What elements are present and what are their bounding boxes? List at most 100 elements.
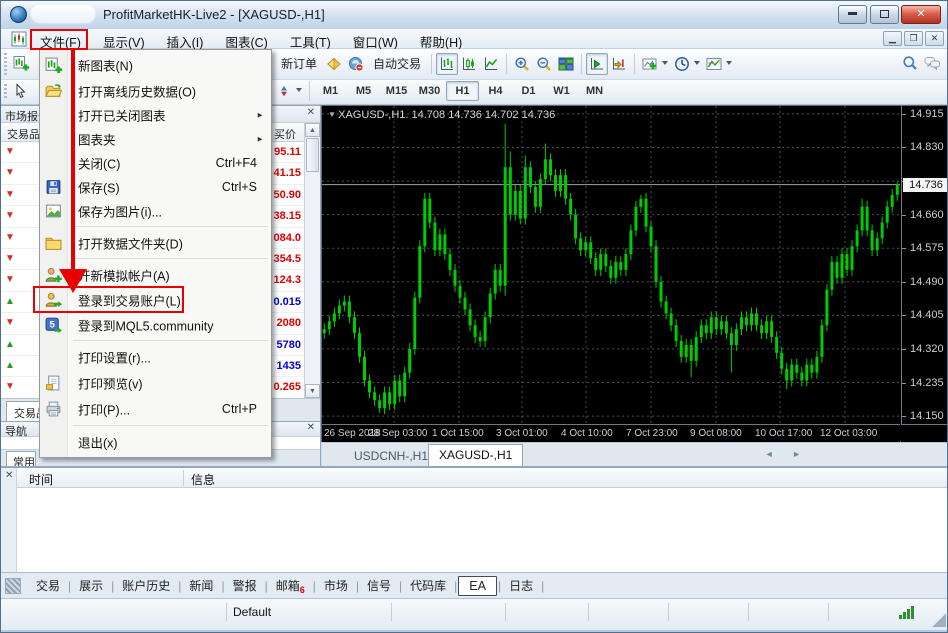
terminal-close-icon[interactable]: ✕	[5, 470, 13, 481]
terminal-tab-0[interactable]: 交易	[29, 575, 67, 596]
file-menu-item-18[interactable]: 退出(x)	[40, 429, 271, 455]
mdi-minimize-button[interactable]: ▁	[883, 31, 902, 46]
column-divider[interactable]	[183, 470, 184, 486]
market-watch-scrollbar[interactable]: ▲ ▼	[304, 123, 320, 398]
timeframe-m1[interactable]: M1	[314, 81, 347, 101]
menu-item-shortcut: Ctrl+P	[222, 402, 257, 416]
trend-down-icon: ▼	[5, 210, 15, 221]
file-menu-item-14[interactable]: 打印设置(r)...	[40, 344, 271, 370]
timeframe-h4[interactable]: H4	[479, 81, 512, 101]
timeframe-m30[interactable]: M30	[413, 81, 446, 101]
svg-text:5: 5	[49, 319, 55, 330]
terminal-tab-5[interactable]: 邮箱6	[269, 575, 312, 597]
tab-label: 交易	[36, 579, 60, 593]
minimize-button[interactable]	[838, 5, 867, 24]
mdi-restore-button[interactable]: ❐	[904, 31, 923, 46]
periods-icon[interactable]	[671, 53, 693, 75]
chart-plot[interactable]	[322, 106, 900, 424]
new-order-button[interactable]: 新订单	[275, 52, 323, 75]
terminal-tab-4[interactable]: 警报	[226, 575, 264, 596]
dropdown-caret-icon[interactable]	[662, 61, 668, 65]
menu-item-label: 开新模拟帐户(A)	[78, 265, 170, 284]
shift-chart-icon[interactable]	[586, 53, 608, 75]
navigator-close-icon[interactable]: ✕	[307, 422, 315, 433]
cursor-icon[interactable]	[10, 80, 32, 102]
time-tick-label: 9 Oct 08:00	[690, 428, 742, 439]
autoscroll-icon[interactable]	[608, 53, 630, 75]
search-icon[interactable]	[899, 52, 921, 74]
terminal-tab-3[interactable]: 新闻	[182, 575, 220, 596]
metaeditor-icon[interactable]	[323, 53, 345, 75]
profile-label[interactable]: Default	[233, 605, 271, 619]
terminal-tab-ea[interactable]: EA	[458, 576, 497, 596]
line-chart-icon[interactable]	[480, 53, 502, 75]
terminal-tab-7[interactable]: 信号	[360, 575, 398, 596]
indicators-icon[interactable]	[639, 53, 661, 75]
time-column-header[interactable]: 时间	[29, 471, 53, 488]
file-menu-item-15[interactable]: 打印预览(v)	[40, 370, 271, 396]
terminal-tab-6[interactable]: 市场	[317, 575, 355, 596]
scrollbar-thumb[interactable]	[306, 138, 319, 172]
autotrading-icon[interactable]	[345, 53, 367, 75]
tab-label: 信号	[367, 579, 391, 593]
trend-down-icon: ▼	[5, 146, 15, 157]
tab-label: 市场	[324, 579, 348, 593]
statusbar-separator	[668, 603, 669, 621]
zoom-out-icon[interactable]	[533, 53, 555, 75]
close-button[interactable]: ✕	[901, 5, 941, 24]
timeframe-m15[interactable]: M15	[380, 81, 413, 101]
tab-scroll-icons[interactable]: ◄ ►	[765, 449, 809, 459]
terminal-side-strip: ✕	[1, 468, 17, 572]
message-column-header[interactable]: 信息	[191, 471, 215, 488]
dropdown-caret-icon[interactable]	[694, 61, 700, 65]
time-tick-label: 1 Oct 15:00	[432, 428, 484, 439]
toolbar-grip[interactable]	[4, 53, 7, 75]
timeframe-mn[interactable]: MN	[578, 81, 611, 101]
dropdown-caret-icon[interactable]	[726, 61, 732, 65]
chart-tab-1[interactable]: XAGUSD-,H1	[428, 444, 523, 467]
scroll-down-icon[interactable]: ▼	[305, 384, 320, 398]
dropdown-caret-icon[interactable]	[296, 88, 302, 92]
terminal-tab-8[interactable]: 代码库	[403, 575, 453, 596]
mdi-close-button[interactable]: ✕	[925, 31, 944, 46]
chart-price-axis[interactable]: 14.91514.83014.66014.57514.49014.40514.3…	[901, 106, 948, 424]
chart-tab-0[interactable]: USDCNH-,H1	[344, 446, 438, 467]
tile-windows-icon[interactable]	[555, 53, 577, 75]
menu-item-label: 打开数据文件夹(D)	[78, 233, 183, 252]
restore-button[interactable]	[870, 5, 899, 24]
timeframe-h1[interactable]: H1	[446, 81, 479, 101]
scroll-up-icon[interactable]: ▲	[305, 123, 320, 137]
timeframe-w1[interactable]: W1	[545, 81, 578, 101]
toolbar-separator	[634, 54, 635, 74]
chat-icon[interactable]	[921, 52, 943, 74]
bid-price: 0.265	[273, 381, 301, 393]
bid-price: 354.5	[273, 253, 301, 265]
market-watch-close-icon[interactable]: ✕	[307, 107, 315, 118]
resize-grip[interactable]	[932, 613, 946, 627]
chart-time-axis[interactable]: 26 Sep 201828 Sep 03:001 Oct 15:003 Oct …	[322, 424, 900, 442]
bid-column-header[interactable]: 买价	[274, 126, 296, 142]
statusbar-separator	[748, 603, 749, 621]
chart-canvas	[322, 106, 900, 424]
zoom-in-icon[interactable]	[511, 53, 533, 75]
price-tick	[902, 114, 906, 115]
new-chart-icon[interactable]	[10, 52, 32, 74]
autotrading-button[interactable]: 自动交易	[345, 52, 427, 75]
timeframe-d1[interactable]: D1	[512, 81, 545, 101]
chart-collapse-icon[interactable]: ▼	[328, 110, 338, 119]
toolbar-grip[interactable]	[4, 84, 7, 100]
candlestick-icon[interactable]	[458, 53, 480, 75]
status-bar: Default	[1, 598, 948, 630]
timeframe-m5[interactable]: M5	[347, 81, 380, 101]
menu-item-label: 关闭(C)	[78, 154, 120, 173]
file-menu-item-16[interactable]: 打印(P)...Ctrl+P	[40, 396, 271, 422]
templates-icon[interactable]	[703, 53, 725, 75]
chart-window-icon[interactable]	[11, 31, 27, 47]
arrows-tool-icon[interactable]	[273, 80, 295, 102]
bar-chart-icon[interactable]	[436, 53, 458, 75]
terminal-tab-10[interactable]: 日志	[502, 575, 540, 596]
file-menu-item-12[interactable]: 5登录到MQL5.community	[40, 312, 271, 337]
tab-symbols[interactable]: 交易品种	[6, 401, 40, 421]
terminal-tab-1[interactable]: 展示	[72, 575, 110, 596]
terminal-tab-2[interactable]: 账户历史	[115, 575, 177, 596]
